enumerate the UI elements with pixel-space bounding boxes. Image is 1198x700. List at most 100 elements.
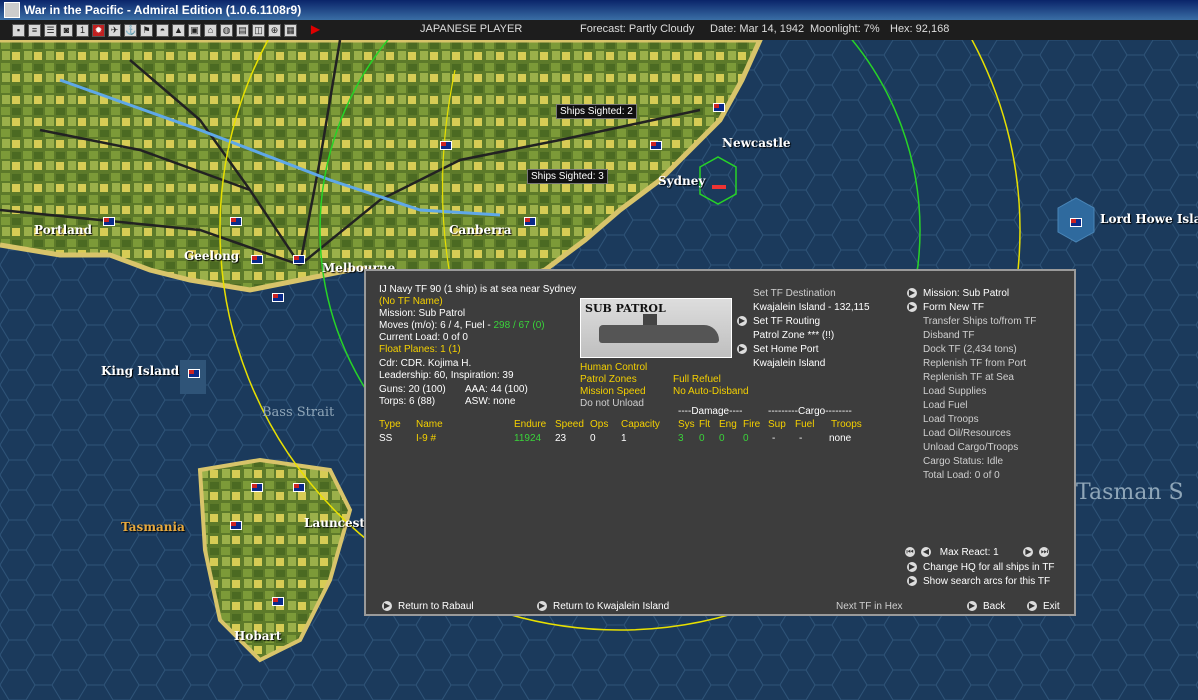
base-icon[interactable]: ▲ [172, 23, 185, 37]
ship-icon[interactable]: ⚓ [124, 23, 137, 37]
set-tf-routing-label: Set TF Routing [753, 316, 821, 327]
prev-icon[interactable]: ◀ [921, 547, 931, 558]
replenish-from-port-button[interactable]: Replenish TF from Port [923, 357, 1026, 371]
no-auto-disband-toggle[interactable]: No Auto-Disband [673, 385, 749, 399]
radar-icon[interactable]: ◓ [156, 23, 169, 37]
return-to-rabaul-label: Return to Rabaul [398, 601, 474, 612]
intel-icon[interactable]: ⚑ [140, 23, 153, 37]
allied-base-flag-icon[interactable] [251, 255, 263, 264]
allied-base-flag-icon[interactable] [251, 483, 263, 492]
zoom-icon[interactable]: ⊕ [268, 23, 281, 37]
list-icon[interactable]: ☰ [44, 23, 57, 37]
arrow-right-icon: ▶ [907, 302, 917, 313]
back-button[interactable]: ▶ Back [967, 600, 1005, 614]
set-tf-destination-button[interactable]: Set TF Destination [753, 287, 836, 301]
next-tf-button[interactable]: Next TF in Hex [836, 600, 903, 614]
allied-base-flag-icon[interactable] [272, 597, 284, 606]
play-icon[interactable]: ▶ [309, 23, 322, 37]
show-search-arcs-label: Show search arcs for this TF [923, 576, 1051, 587]
form-new-tf-button[interactable]: ▶ Form New TF [907, 301, 984, 315]
allied-base-flag-icon[interactable] [650, 141, 662, 150]
set-home-port-button[interactable]: ▶ Set Home Port [737, 343, 819, 357]
col-capacity: Capacity [621, 419, 660, 430]
player-label: JAPANESE PLAYER [420, 23, 523, 35]
ob-icon[interactable]: ◫ [252, 23, 265, 37]
map-label-lord-howe: Lord Howe Islan [1100, 212, 1198, 226]
globe-icon[interactable]: ◍ [220, 23, 233, 37]
next-icon[interactable]: ▶ [1023, 547, 1034, 558]
info-icon[interactable]: ▪ [12, 23, 25, 37]
unload-cargo-button[interactable]: Unload Cargo/Troops [923, 441, 1018, 455]
arrow-right-icon: ▶ [382, 601, 392, 612]
flag-jp-icon[interactable]: ✹ [92, 23, 105, 37]
arrow-right-icon: ▶ [537, 601, 547, 612]
cell-sys: 3 [678, 433, 684, 444]
japanese-sub-icon[interactable] [712, 185, 726, 189]
allied-base-flag-icon[interactable] [230, 217, 242, 226]
col-speed: Speed [555, 419, 584, 430]
title-bar: War in the Pacific - Admiral Edition (1.… [0, 0, 1198, 20]
group-icon[interactable]: ◙ [60, 23, 73, 37]
allied-base-flag-icon[interactable] [293, 255, 305, 264]
one-icon[interactable]: 1 [76, 23, 89, 37]
allied-base-flag-icon[interactable] [713, 103, 725, 112]
load-supplies-button[interactable]: Load Supplies [923, 385, 986, 399]
tf-moves-label: Moves (m/o): 6 / 4, Fuel - [379, 320, 494, 331]
set-tf-routing-button[interactable]: ▶ Set TF Routing [737, 315, 820, 329]
map-label-tasmania: Tasmania [121, 520, 185, 534]
exit-label: Exit [1043, 601, 1060, 612]
max-react-control: ⏮ ◀ Max React: 1 ▶ ⏭ [905, 546, 1055, 560]
last-icon[interactable]: ⏭ [1039, 547, 1050, 558]
change-hq-button[interactable]: ▶ Change HQ for all ships in TF [907, 561, 1055, 575]
dock-tf-button[interactable]: Dock TF (2,434 tons) [923, 343, 1017, 357]
mission-select-button[interactable]: ▶ Mission: Sub Patrol [907, 287, 1009, 301]
transfer-ships-button[interactable]: Transfer Ships to/from TF [923, 315, 1036, 329]
map-label-sydney: Sydney [658, 174, 706, 188]
tf-float-planes[interactable]: Float Planes: 1 (1) [379, 343, 461, 357]
change-hq-label: Change HQ for all ships in TF [923, 562, 1055, 573]
exit-button[interactable]: ▶ Exit [1027, 600, 1060, 614]
plane-icon[interactable]: ✈ [108, 23, 121, 37]
load-fuel-button[interactable]: Load Fuel [923, 399, 967, 413]
factory-icon[interactable]: ▣ [188, 23, 201, 37]
allied-base-flag-icon[interactable] [524, 217, 536, 226]
cargo-group-header: ---------Cargo-------- [768, 406, 852, 417]
do-not-unload-toggle[interactable]: Do not Unload [580, 397, 644, 411]
mission-select-label: Mission: Sub Patrol [923, 288, 1010, 299]
report-icon[interactable]: ≡ [28, 23, 41, 37]
return-to-kwajalein-button[interactable]: ▶ Return to Kwajalein Island [537, 600, 669, 614]
save-icon[interactable]: ▦ [284, 23, 297, 37]
toolbar: ▪ ≡ ☰ ◙ 1 ✹ ✈ ⚓ ⚑ ◓ ▲ ▣ ⌂ ◍ ▤ ◫ ⊕ ▦ ▶ JA… [0, 20, 1198, 40]
map-label-hobart: Hobart [234, 629, 282, 643]
map-label-portland: Portland [34, 223, 93, 237]
load-oil-resources-button[interactable]: Load Oil/Resources [923, 427, 1011, 441]
arrow-right-icon: ▶ [967, 601, 977, 612]
allied-base-flag-icon[interactable] [1070, 218, 1082, 227]
hq-icon[interactable]: ⌂ [204, 23, 217, 37]
allied-base-flag-icon[interactable] [103, 217, 115, 226]
display-icon[interactable]: ▤ [236, 23, 249, 37]
disband-tf-button[interactable]: Disband TF [923, 329, 975, 343]
allied-base-flag-icon[interactable] [230, 521, 242, 530]
cell-sup: - [772, 433, 776, 444]
patrol-zone-value: Patrol Zone *** (!!) [753, 330, 835, 341]
allied-base-flag-icon[interactable] [293, 483, 305, 492]
show-search-arcs-button[interactable]: ▶ Show search arcs for this TF [907, 575, 1050, 589]
total-load: Total Load: 0 of 0 [923, 470, 1000, 481]
replenish-at-sea-button[interactable]: Replenish TF at Sea [923, 371, 1014, 385]
arrow-right-icon: ▶ [737, 316, 747, 327]
cell-capacity: 1 [621, 433, 627, 444]
cell-name[interactable]: I-9 # [416, 432, 436, 446]
col-sup: Sup [768, 419, 786, 430]
allied-base-flag-icon[interactable] [188, 369, 200, 378]
cargo-status: Cargo Status: Idle [923, 456, 1004, 467]
cell-type: SS [379, 433, 393, 444]
allied-base-flag-icon[interactable] [440, 141, 452, 150]
load-troops-button[interactable]: Load Troops [923, 413, 979, 427]
col-fuel: Fuel [795, 419, 815, 430]
home-port-value: Kwajalein Island [753, 358, 826, 369]
col-name: Name [416, 419, 443, 430]
return-to-rabaul-button[interactable]: ▶ Return to Rabaul [382, 600, 474, 614]
allied-base-flag-icon[interactable] [272, 293, 284, 302]
first-icon[interactable]: ⏮ [905, 547, 915, 558]
